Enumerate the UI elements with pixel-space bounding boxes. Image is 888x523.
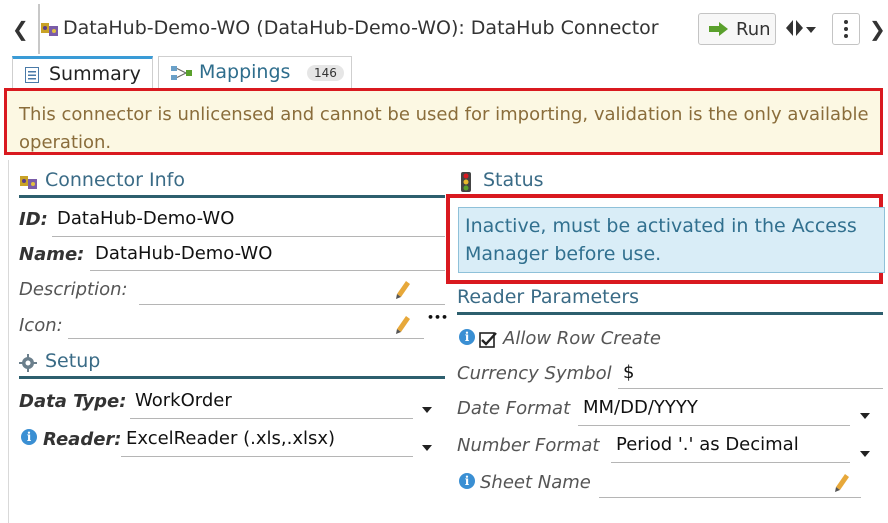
tab-summary[interactable]: Summary (12, 56, 153, 88)
id-underline (52, 236, 445, 237)
edit-pencil-icon[interactable] (835, 474, 849, 492)
sheet-name-field[interactable] (599, 497, 861, 498)
checkbox-checked-icon[interactable] (479, 331, 497, 348)
chevron-left-icon[interactable]: ❮ (12, 17, 29, 41)
info-icon[interactable]: i (21, 429, 37, 445)
info-icon[interactable]: i (459, 473, 475, 489)
document-icon (25, 67, 39, 83)
edit-pencil-icon[interactable] (396, 281, 410, 299)
tab-summary-label: Summary (49, 63, 141, 85)
mappings-icon (171, 66, 192, 80)
allow-row-create-label: Allow Row Create (503, 328, 661, 349)
status-title: Status (483, 169, 544, 191)
top-bar: ❮ DataHub-Demo-WO (DataHub-Demo-WO): Dat… (0, 0, 888, 58)
connector-icon (41, 23, 58, 36)
mappings-count-badge: 146 (307, 65, 344, 81)
page-title: DataHub-Demo-WO (DataHub-Demo-WO): DataH… (63, 17, 659, 39)
date-format-label: Date Format (457, 398, 571, 419)
sheet-name-label: Sheet Name (480, 472, 591, 493)
ellipsis-button[interactable]: ••• (427, 311, 448, 324)
reader-params-title: Reader Parameters (457, 286, 640, 308)
name-label: Name: (19, 244, 85, 265)
flip-dropdown-icon[interactable] (785, 18, 819, 38)
data-type-underline (130, 418, 413, 419)
chevron-down-icon[interactable] (422, 407, 432, 413)
data-type-select[interactable]: WorkOrder (135, 390, 232, 411)
run-label: Run (736, 19, 771, 40)
traffic-light-icon (461, 172, 471, 192)
setup-title: Setup (45, 350, 101, 372)
tab-mappings[interactable]: Mappings 146 (158, 56, 352, 88)
date-format-select[interactable]: MM/DD/YYYY (583, 397, 698, 418)
connector-info-header: Connector Info (19, 168, 445, 198)
info-icon[interactable]: i (459, 329, 475, 345)
connector-icon (20, 176, 37, 189)
kebab-icon (844, 20, 848, 41)
run-button[interactable]: Run (698, 13, 776, 45)
icon-label: Icon: (19, 315, 63, 336)
setup-header: Setup (19, 349, 445, 379)
description-label: Description: (19, 279, 128, 300)
status-message: Inactive, must be activated in the Acces… (458, 207, 885, 273)
date-format-underline (578, 425, 850, 426)
chevron-down-icon[interactable] (422, 445, 432, 451)
currency-symbol-label: Currency Symbol (457, 363, 612, 384)
number-format-select[interactable]: Period '.' as Decimal (616, 434, 799, 455)
name-field[interactable]: DataHub-Demo-WO (95, 243, 272, 264)
chevron-down-icon[interactable] (860, 413, 870, 419)
tab-mappings-label: Mappings (199, 61, 291, 83)
data-type-label: Data Type: (19, 391, 127, 412)
icon-field[interactable] (68, 338, 424, 339)
reader-label: Reader: (43, 429, 122, 450)
reader-underline (121, 456, 413, 457)
number-format-label: Number Format (457, 435, 600, 456)
currency-symbol-underline (618, 388, 883, 389)
more-options-button[interactable] (832, 13, 860, 45)
panel-border (8, 160, 9, 523)
connector-info-title: Connector Info (45, 169, 185, 191)
id-label: ID: (19, 209, 48, 230)
unlicensed-warning: This connector is unlicensed and cannot … (4, 88, 883, 155)
number-format-underline (611, 462, 850, 463)
id-value: DataHub-Demo-WO (57, 208, 235, 229)
chevron-down-icon[interactable] (860, 451, 870, 457)
description-field[interactable] (139, 304, 445, 305)
currency-symbol-field[interactable]: $ (623, 362, 634, 383)
reader-select[interactable]: ExcelReader (.xls,.xlsx) (126, 428, 335, 449)
gear-icon (19, 354, 37, 372)
edit-pencil-icon[interactable] (396, 316, 410, 334)
status-highlight: Inactive, must be activated in the Acces… (446, 194, 885, 284)
reader-params-header: Reader Parameters (457, 285, 883, 315)
name-underline (90, 270, 445, 271)
run-icon (709, 22, 728, 36)
chevron-right-icon[interactable]: ❯ (869, 17, 886, 41)
